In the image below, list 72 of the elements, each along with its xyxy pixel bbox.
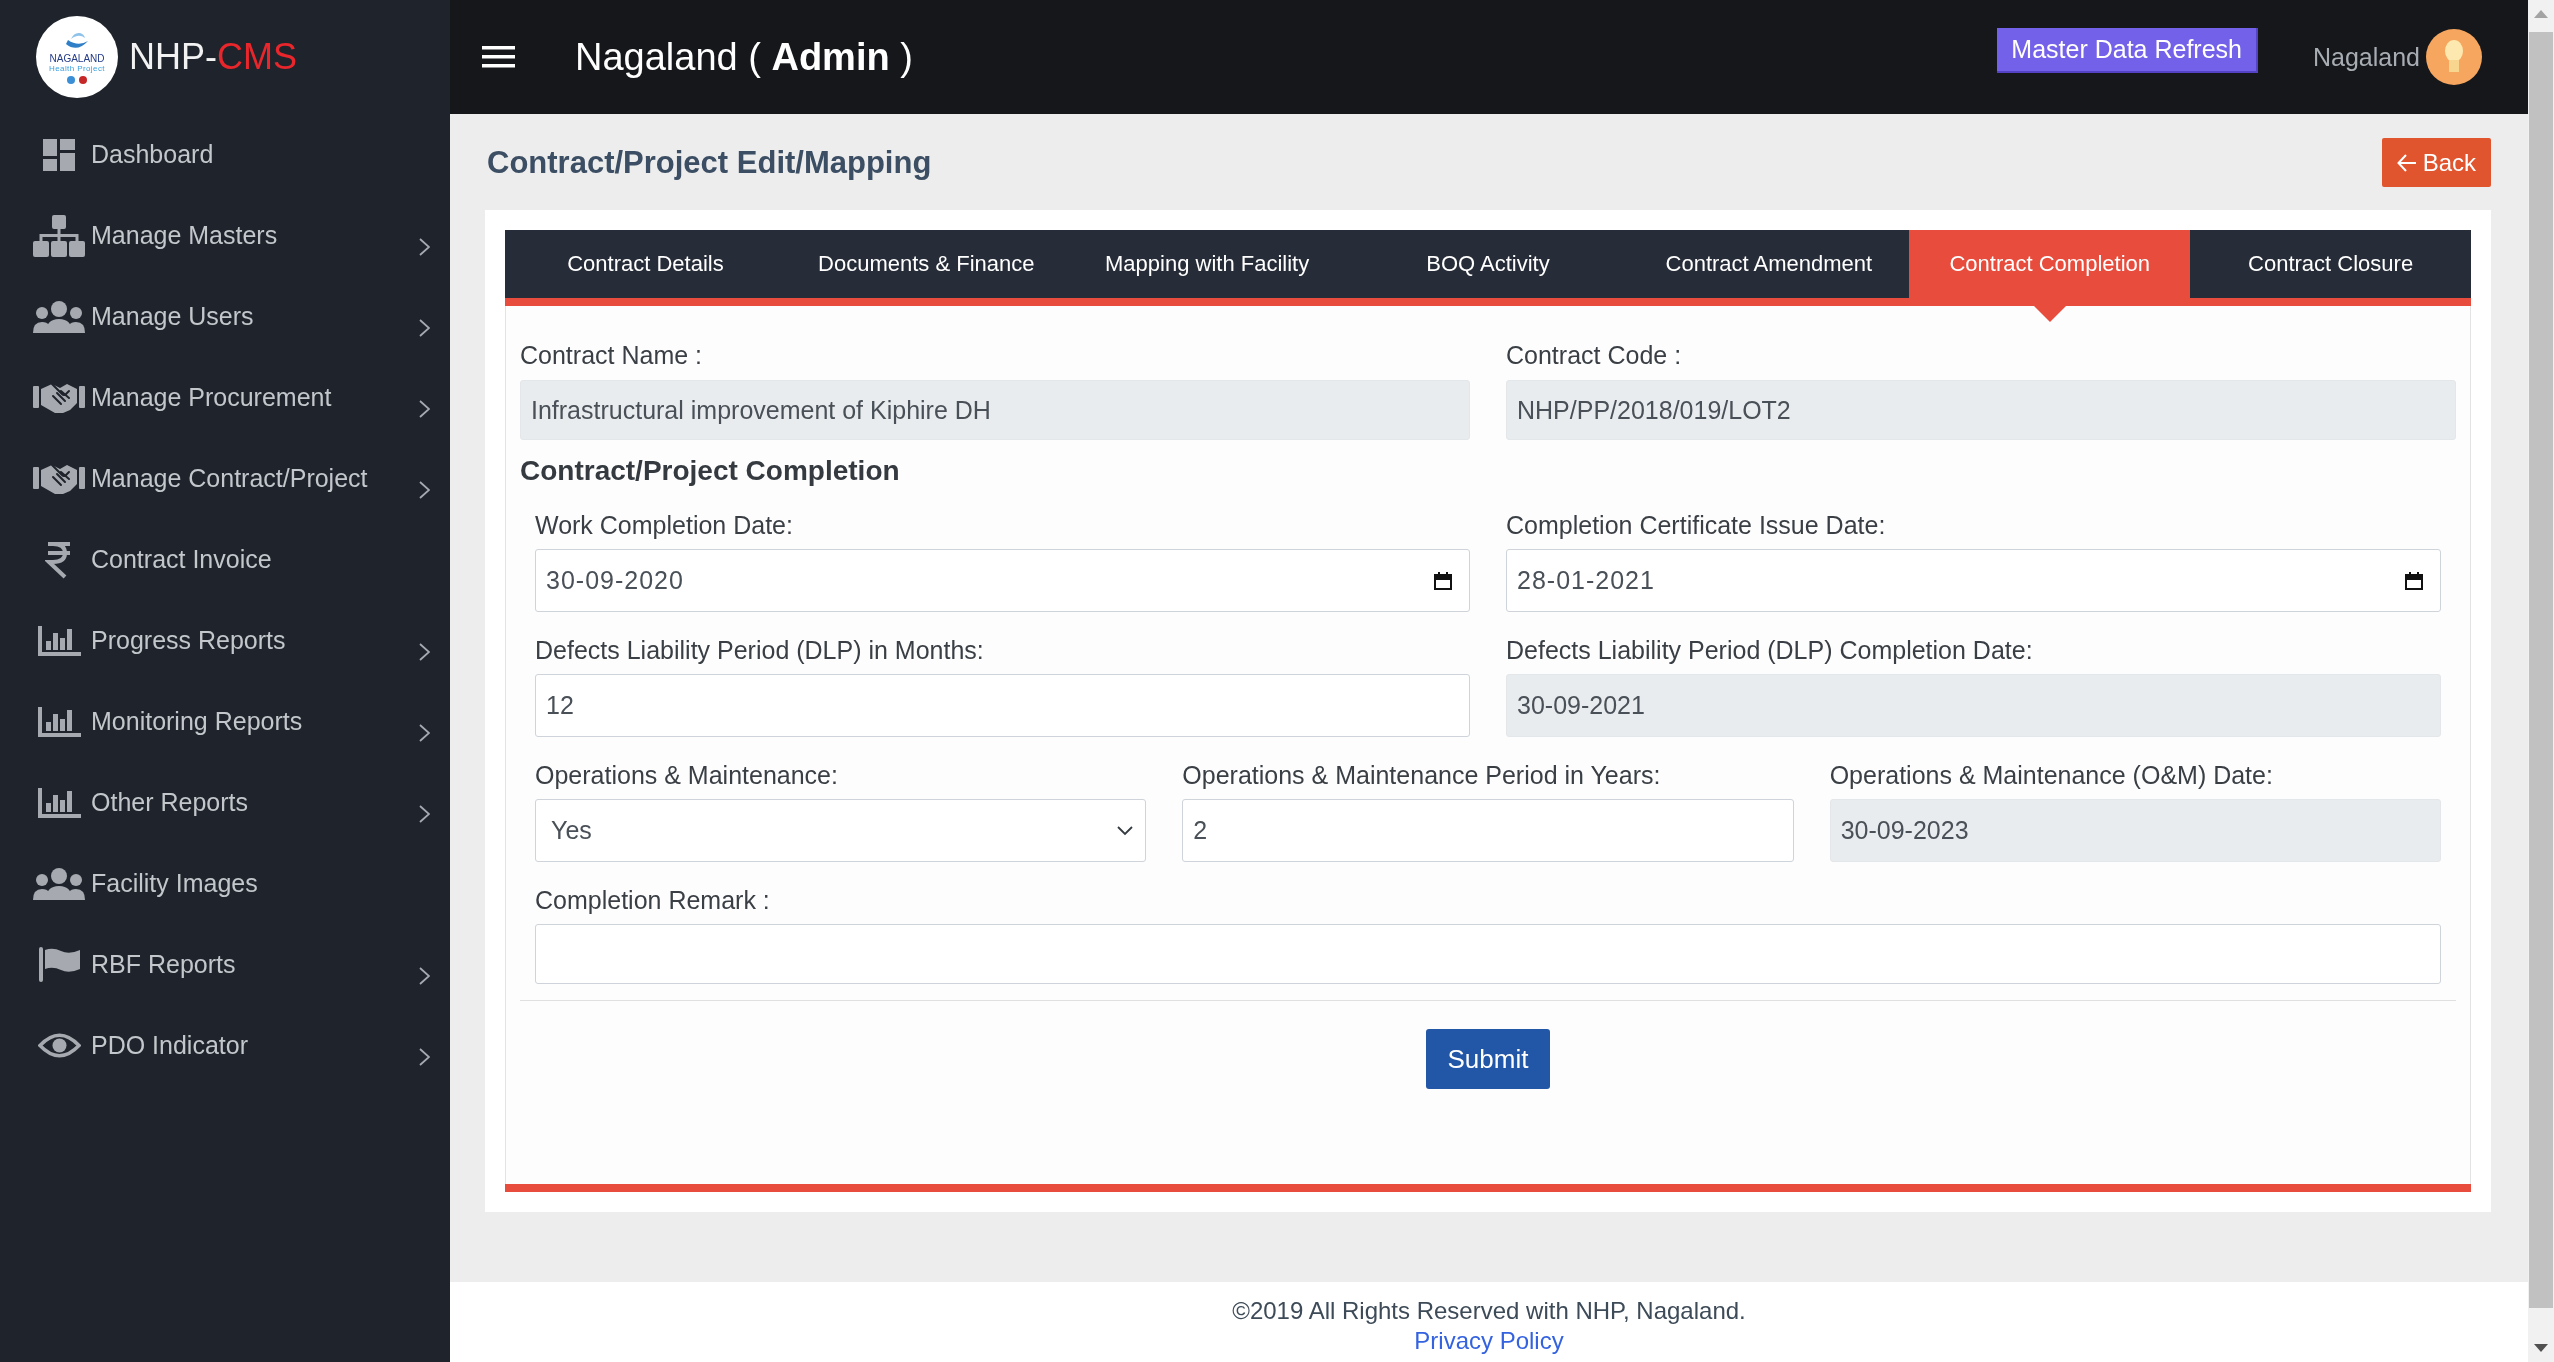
sidebar-item[interactable]: PDO Indicator xyxy=(0,1005,450,1086)
text-field[interactable]: 12 xyxy=(535,674,1470,737)
brand-name: NHP-CMS xyxy=(129,36,297,78)
field-label: Operations & Maintenance Period in Years: xyxy=(1182,760,1662,790)
arrow-down-icon[interactable] xyxy=(2534,1344,2548,1352)
seal-icon xyxy=(79,75,87,84)
refresh-button[interactable]: Master Data Refresh xyxy=(1997,27,2258,73)
rupee-icon xyxy=(45,540,73,579)
chevron-down-icon xyxy=(1117,825,1134,836)
field-label: Defects Liability Period (DLP) in Months: xyxy=(535,635,985,665)
field-label: Operations & Maintenance (O&M) Date: xyxy=(1829,760,2274,790)
page-title: Contract/Project Edit/Mapping xyxy=(487,144,932,181)
flag-icon xyxy=(38,947,80,982)
sidebar-item[interactable]: Progress Reports xyxy=(0,600,450,681)
handshake-icon xyxy=(33,462,85,495)
text-field[interactable]: 2 xyxy=(1182,799,1794,862)
menu-icon[interactable] xyxy=(482,46,515,68)
bar-chart-icon xyxy=(37,625,81,656)
sidebar-item[interactable]: Dashboard xyxy=(0,114,450,195)
calendar-icon[interactable] xyxy=(2405,571,2423,590)
users-icon xyxy=(33,867,85,900)
sidebar-item[interactable]: Manage Procurement xyxy=(0,357,450,438)
bar-chart-icon xyxy=(37,787,81,818)
bar-chart-icon xyxy=(37,706,81,737)
dropdown-field[interactable]: Yes xyxy=(535,799,1147,862)
tab[interactable]: Documents & Finance xyxy=(785,230,1067,298)
sidebar-item[interactable]: Monitoring Reports xyxy=(0,681,450,762)
field-label: Operations & Maintenance: xyxy=(535,760,839,790)
field-label: Defects Liability Period (DLP) Completion Date: xyxy=(1506,635,2034,665)
sidebar-item[interactable]: Other Reports xyxy=(0,762,450,843)
users-icon xyxy=(33,300,85,333)
field-label: Contract Code : xyxy=(1506,340,1683,370)
tab[interactable]: Contract Details xyxy=(505,230,786,298)
sidebar-item[interactable]: Facility Images xyxy=(0,843,450,924)
user-name[interactable]: Nagaland xyxy=(2312,42,2420,72)
copyright-text: ©2019 All Rights Reserved with NHP, Nagaland. xyxy=(1232,1296,1746,1326)
tab-pointer-icon xyxy=(2033,306,2066,322)
sidebar-item[interactable]: RBF Reports xyxy=(0,924,450,1005)
sidebar-item[interactable]: Manage Masters xyxy=(0,195,450,276)
calendar-icon[interactable] xyxy=(1434,571,1452,590)
text-field[interactable]: Infrastructural improvement of Kiphire DH xyxy=(520,380,1470,440)
field-label: Work Completion Date: xyxy=(535,510,794,540)
tab[interactable]: Contract Amendment xyxy=(1628,230,1910,298)
hierarchy-icon xyxy=(33,214,85,257)
tab[interactable]: Contract Closure xyxy=(2190,230,2471,298)
section-heading: Contract/Project Completion xyxy=(520,454,901,488)
text-field[interactable]: 30-09-2021 xyxy=(1506,674,2441,737)
handshake-icon xyxy=(33,381,85,414)
eye-icon xyxy=(37,1031,81,1060)
header-title: Nagaland ( Admin ) xyxy=(575,35,913,79)
sidebar-item[interactable]: Manage Contract/Project xyxy=(0,438,450,519)
sidebar-item[interactable]: Contract Invoice xyxy=(0,519,450,600)
globe-icon xyxy=(67,75,75,84)
text-field[interactable]: 30-09-2023 xyxy=(1829,799,2441,862)
field-label: Completion Certificate Issue Date: xyxy=(1506,510,1887,540)
arrow-left-icon xyxy=(2396,153,2417,172)
tab[interactable]: BOQ Activity xyxy=(1347,230,1629,298)
dashboard-icon xyxy=(43,138,75,171)
text-field[interactable]: NHP/PP/2018/019/LOT2 xyxy=(1506,380,2456,440)
remark-field[interactable] xyxy=(535,924,2441,984)
date-field[interactable]: 30-09-2020 xyxy=(535,549,1470,612)
logo-title: NAGALAND xyxy=(49,52,105,64)
tab[interactable]: Mapping with Facility xyxy=(1066,230,1348,298)
logo-subtitle: Health Project xyxy=(49,63,105,73)
field-label: Contract Name : xyxy=(520,340,703,370)
avatar-icon[interactable] xyxy=(2426,29,2482,85)
back-button[interactable]: Back xyxy=(2381,138,2491,187)
submit-button[interactable]: Submit xyxy=(1425,1029,1551,1089)
field-label: Completion Remark : xyxy=(535,885,771,915)
sidebar-item[interactable]: Manage Users xyxy=(0,276,450,357)
date-field[interactable]: 28-01-2021 xyxy=(1506,549,2441,612)
privacy-policy-link[interactable]: Privacy Policy xyxy=(1414,1326,1564,1356)
